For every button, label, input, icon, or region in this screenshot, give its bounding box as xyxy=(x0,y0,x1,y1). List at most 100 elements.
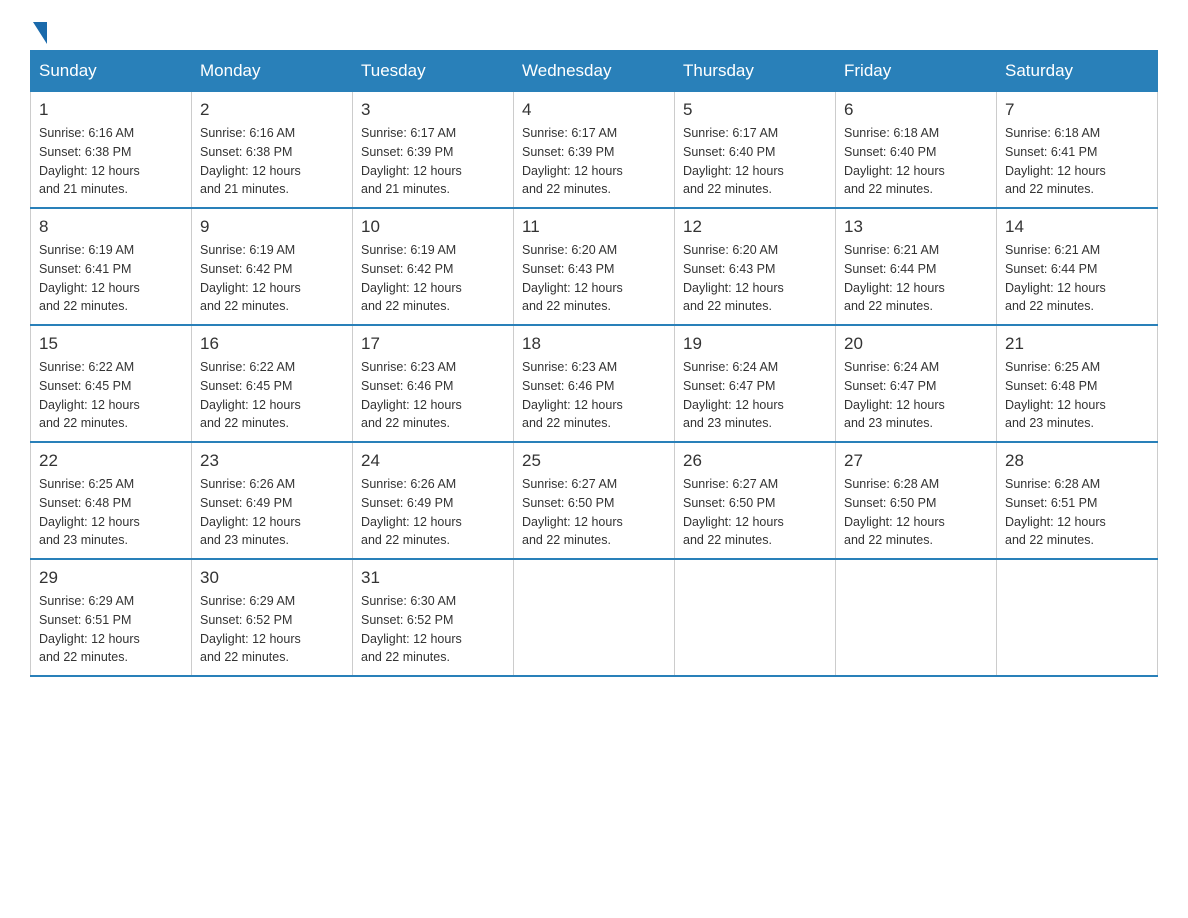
calendar-cell: 26Sunrise: 6:27 AMSunset: 6:50 PMDayligh… xyxy=(675,442,836,559)
day-number: 11 xyxy=(522,217,666,237)
calendar-week-4: 22 Sunrise: 6:25 AMSunset: 6:48 PMDayligh… xyxy=(31,442,1158,559)
day-info: Sunrise: 6:24 AMSunset: 6:47 PMDaylight:… xyxy=(683,358,827,433)
calendar-week-3: 15 Sunrise: 6:22 AMSunset: 6:45 PMDayligh… xyxy=(31,325,1158,442)
calendar-cell: 25 Sunrise: 6:27 AMSunset: 6:50 PMDayligh… xyxy=(514,442,675,559)
day-number: 10 xyxy=(361,217,505,237)
day-info: Sunrise: 6:19 AMSunset: 6:42 PMDaylight:… xyxy=(361,241,505,316)
calendar-cell: 31 Sunrise: 6:30 AMSunset: 6:52 PMDayligh… xyxy=(353,559,514,676)
calendar-week-5: 29Sunrise: 6:29 AMSunset: 6:51 PMDayligh… xyxy=(31,559,1158,676)
day-number: 1 xyxy=(39,100,183,120)
day-info: Sunrise: 6:17 AMSunset: 6:39 PMDaylight:… xyxy=(522,124,666,199)
logo-arrow-icon xyxy=(33,22,47,44)
logo xyxy=(30,20,47,40)
day-info: Sunrise: 6:23 AMSunset: 6:46 PMDaylight:… xyxy=(522,358,666,433)
day-number: 6 xyxy=(844,100,988,120)
day-info: Sunrise: 6:21 AMSunset: 6:44 PMDaylight:… xyxy=(1005,241,1149,316)
calendar-cell: 14 Sunrise: 6:21 AMSunset: 6:44 PMDayligh… xyxy=(997,208,1158,325)
calendar-cell: 29Sunrise: 6:29 AMSunset: 6:51 PMDayligh… xyxy=(31,559,192,676)
calendar-cell: 9 Sunrise: 6:19 AMSunset: 6:42 PMDaylight… xyxy=(192,208,353,325)
calendar-week-2: 8 Sunrise: 6:19 AMSunset: 6:41 PMDaylight… xyxy=(31,208,1158,325)
day-info: Sunrise: 6:20 AMSunset: 6:43 PMDaylight:… xyxy=(683,241,827,316)
day-number: 17 xyxy=(361,334,505,354)
calendar-cell: 7Sunrise: 6:18 AMSunset: 6:41 PMDaylight… xyxy=(997,92,1158,209)
day-info: Sunrise: 6:19 AMSunset: 6:42 PMDaylight:… xyxy=(200,241,344,316)
day-info: Sunrise: 6:23 AMSunset: 6:46 PMDaylight:… xyxy=(361,358,505,433)
day-number: 14 xyxy=(1005,217,1149,237)
day-number: 31 xyxy=(361,568,505,588)
calendar-cell: 30 Sunrise: 6:29 AMSunset: 6:52 PMDayligh… xyxy=(192,559,353,676)
calendar-cell: 16Sunrise: 6:22 AMSunset: 6:45 PMDayligh… xyxy=(192,325,353,442)
calendar-cell: 12 Sunrise: 6:20 AMSunset: 6:43 PMDayligh… xyxy=(675,208,836,325)
calendar-cell: 3 Sunrise: 6:17 AMSunset: 6:39 PMDaylight… xyxy=(353,92,514,209)
weekday-header-thursday: Thursday xyxy=(675,51,836,92)
day-info: Sunrise: 6:25 AMSunset: 6:48 PMDaylight:… xyxy=(39,475,183,550)
calendar-cell: 8 Sunrise: 6:19 AMSunset: 6:41 PMDaylight… xyxy=(31,208,192,325)
day-number: 18 xyxy=(522,334,666,354)
calendar-cell: 23 Sunrise: 6:26 AMSunset: 6:49 PMDayligh… xyxy=(192,442,353,559)
calendar-cell: 2 Sunrise: 6:16 AMSunset: 6:38 PMDaylight… xyxy=(192,92,353,209)
weekday-header-tuesday: Tuesday xyxy=(353,51,514,92)
calendar-cell: 1 Sunrise: 6:16 AMSunset: 6:38 PMDaylight… xyxy=(31,92,192,209)
day-info: Sunrise: 6:30 AMSunset: 6:52 PMDaylight:… xyxy=(361,592,505,667)
calendar-cell: 5 Sunrise: 6:17 AMSunset: 6:40 PMDaylight… xyxy=(675,92,836,209)
day-info: Sunrise: 6:17 AMSunset: 6:39 PMDaylight:… xyxy=(361,124,505,199)
calendar-cell: 24 Sunrise: 6:26 AMSunset: 6:49 PMDayligh… xyxy=(353,442,514,559)
day-number: 27 xyxy=(844,451,988,471)
day-number: 23 xyxy=(200,451,344,471)
calendar-cell: 20Sunrise: 6:24 AMSunset: 6:47 PMDayligh… xyxy=(836,325,997,442)
calendar-cell: 21 Sunrise: 6:25 AMSunset: 6:48 PMDayligh… xyxy=(997,325,1158,442)
day-info: Sunrise: 6:26 AMSunset: 6:49 PMDaylight:… xyxy=(361,475,505,550)
page-header xyxy=(30,20,1158,40)
day-number: 4 xyxy=(522,100,666,120)
day-number: 22 xyxy=(39,451,183,471)
calendar-cell: 22 Sunrise: 6:25 AMSunset: 6:48 PMDayligh… xyxy=(31,442,192,559)
calendar-cell: 6 Sunrise: 6:18 AMSunset: 6:40 PMDaylight… xyxy=(836,92,997,209)
day-number: 2 xyxy=(200,100,344,120)
day-number: 7 xyxy=(1005,100,1149,120)
day-info: Sunrise: 6:24 AMSunset: 6:47 PMDaylight:… xyxy=(844,358,988,433)
day-number: 29 xyxy=(39,568,183,588)
calendar-cell: 17 Sunrise: 6:23 AMSunset: 6:46 PMDayligh… xyxy=(353,325,514,442)
day-number: 9 xyxy=(200,217,344,237)
day-info: Sunrise: 6:26 AMSunset: 6:49 PMDaylight:… xyxy=(200,475,344,550)
calendar-cell xyxy=(675,559,836,676)
day-info: Sunrise: 6:21 AMSunset: 6:44 PMDaylight:… xyxy=(844,241,988,316)
weekday-header-wednesday: Wednesday xyxy=(514,51,675,92)
calendar-cell: 13Sunrise: 6:21 AMSunset: 6:44 PMDayligh… xyxy=(836,208,997,325)
day-info: Sunrise: 6:25 AMSunset: 6:48 PMDaylight:… xyxy=(1005,358,1149,433)
day-info: Sunrise: 6:17 AMSunset: 6:40 PMDaylight:… xyxy=(683,124,827,199)
calendar-cell: 28 Sunrise: 6:28 AMSunset: 6:51 PMDayligh… xyxy=(997,442,1158,559)
day-info: Sunrise: 6:16 AMSunset: 6:38 PMDaylight:… xyxy=(200,124,344,199)
weekday-header-sunday: Sunday xyxy=(31,51,192,92)
day-number: 25 xyxy=(522,451,666,471)
calendar-week-1: 1 Sunrise: 6:16 AMSunset: 6:38 PMDaylight… xyxy=(31,92,1158,209)
calendar-cell: 4 Sunrise: 6:17 AMSunset: 6:39 PMDaylight… xyxy=(514,92,675,209)
day-number: 16 xyxy=(200,334,344,354)
day-info: Sunrise: 6:18 AMSunset: 6:40 PMDaylight:… xyxy=(844,124,988,199)
calendar-cell: 15 Sunrise: 6:22 AMSunset: 6:45 PMDayligh… xyxy=(31,325,192,442)
calendar-cell: 10 Sunrise: 6:19 AMSunset: 6:42 PMDayligh… xyxy=(353,208,514,325)
day-number: 24 xyxy=(361,451,505,471)
calendar-table: SundayMondayTuesdayWednesdayThursdayFrid… xyxy=(30,50,1158,677)
day-number: 26 xyxy=(683,451,827,471)
day-info: Sunrise: 6:28 AMSunset: 6:51 PMDaylight:… xyxy=(1005,475,1149,550)
day-number: 3 xyxy=(361,100,505,120)
day-number: 5 xyxy=(683,100,827,120)
weekday-header-saturday: Saturday xyxy=(997,51,1158,92)
calendar-cell: 11 Sunrise: 6:20 AMSunset: 6:43 PMDayligh… xyxy=(514,208,675,325)
day-number: 8 xyxy=(39,217,183,237)
day-number: 12 xyxy=(683,217,827,237)
weekday-header-monday: Monday xyxy=(192,51,353,92)
day-info: Sunrise: 6:29 AMSunset: 6:52 PMDaylight:… xyxy=(200,592,344,667)
day-info: Sunrise: 6:19 AMSunset: 6:41 PMDaylight:… xyxy=(39,241,183,316)
day-info: Sunrise: 6:28 AMSunset: 6:50 PMDaylight:… xyxy=(844,475,988,550)
day-info: Sunrise: 6:16 AMSunset: 6:38 PMDaylight:… xyxy=(39,124,183,199)
day-number: 15 xyxy=(39,334,183,354)
weekday-header-friday: Friday xyxy=(836,51,997,92)
day-number: 28 xyxy=(1005,451,1149,471)
day-info: Sunrise: 6:20 AMSunset: 6:43 PMDaylight:… xyxy=(522,241,666,316)
day-info: Sunrise: 6:22 AMSunset: 6:45 PMDaylight:… xyxy=(39,358,183,433)
day-info: Sunrise: 6:27 AMSunset: 6:50 PMDaylight:… xyxy=(522,475,666,550)
day-number: 21 xyxy=(1005,334,1149,354)
day-number: 30 xyxy=(200,568,344,588)
